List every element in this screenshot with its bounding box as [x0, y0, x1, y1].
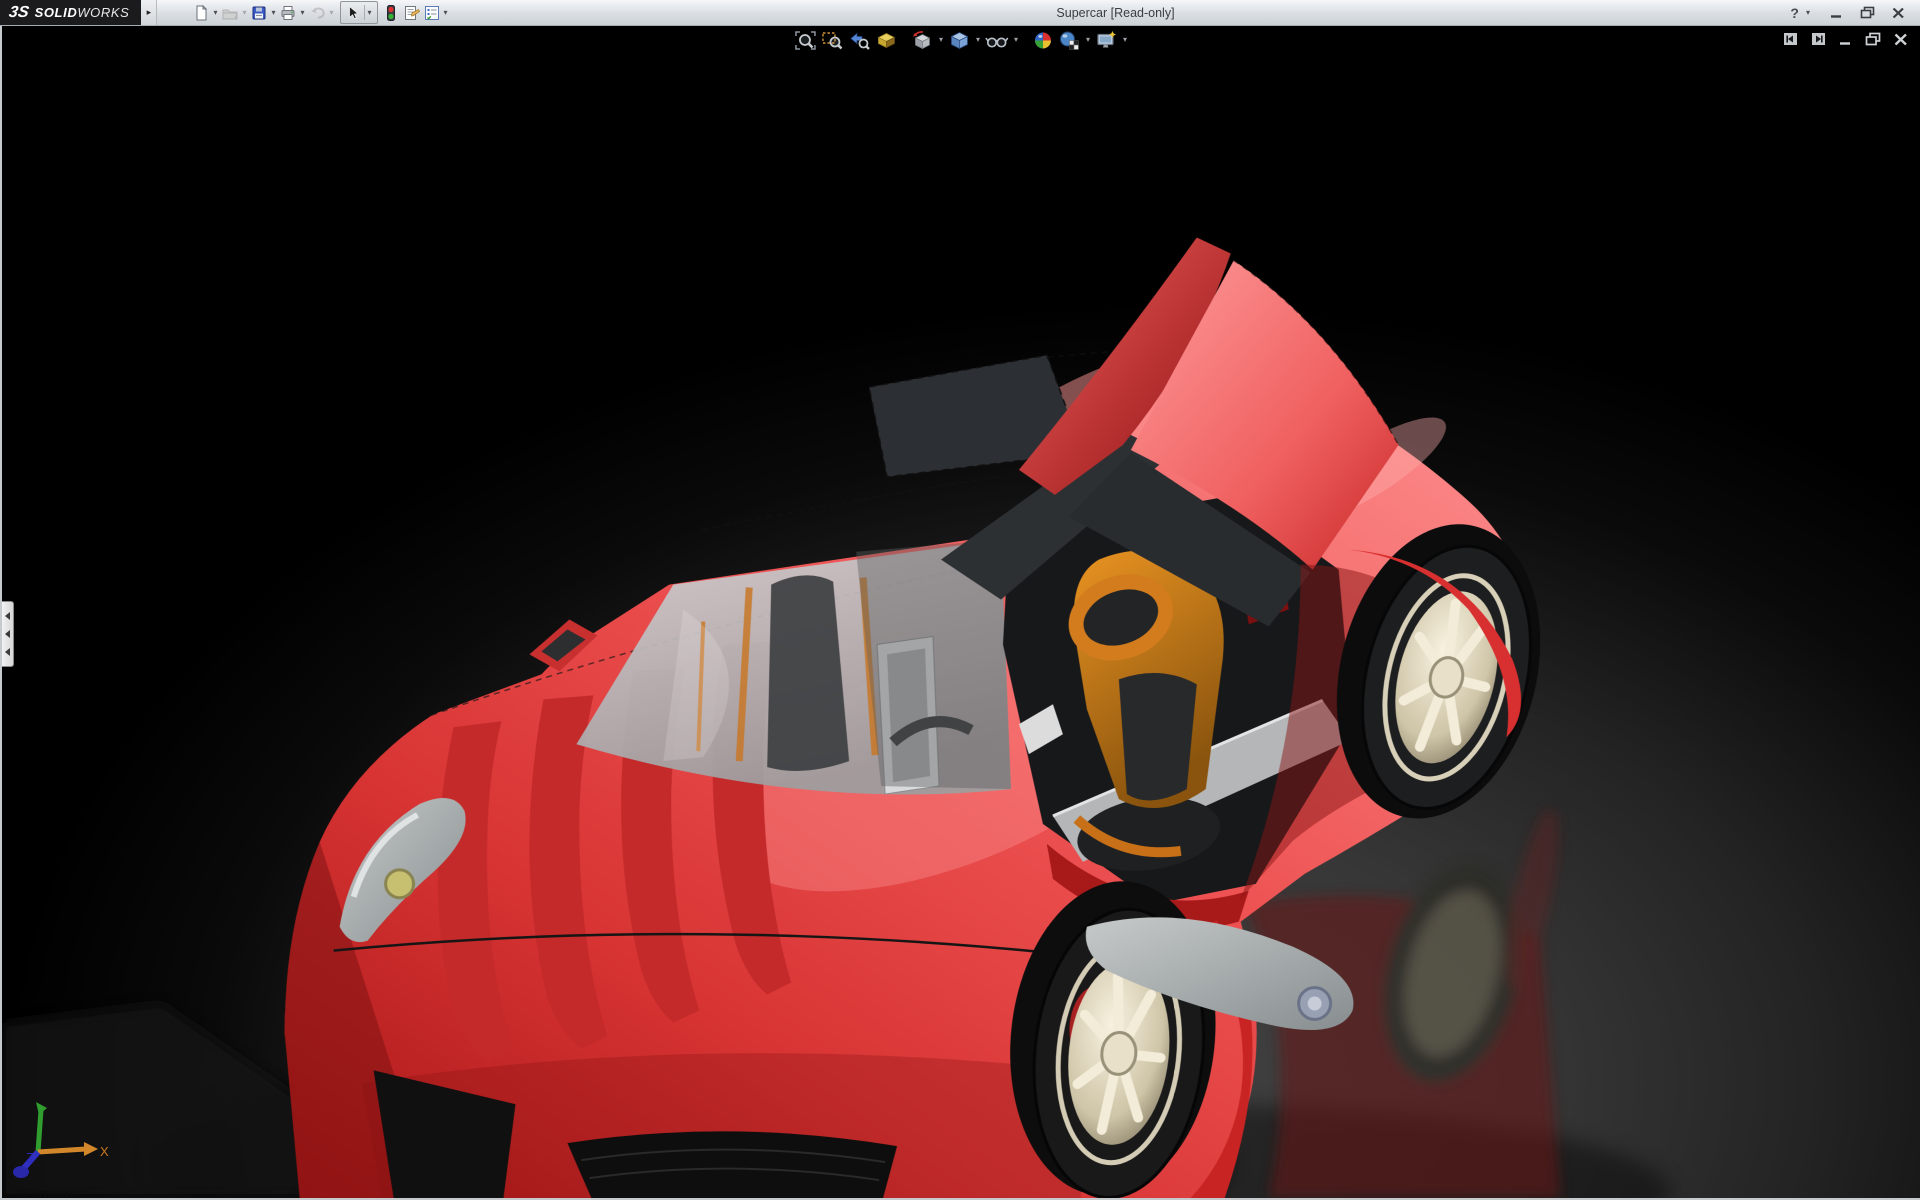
section-view-icon — [875, 30, 898, 51]
print-dropdown[interactable]: ▾ — [300, 9, 304, 17]
collapse-arrow-icon — [5, 612, 10, 620]
open-dropdown[interactable]: ▾ — [242, 9, 246, 17]
help-dropdown[interactable]: ▾ — [1806, 9, 1810, 17]
logo-brand-solid: SOLID — [35, 5, 78, 20]
standard-toolbar: ▾ ▾ ▾ ▾ — [157, 0, 450, 25]
undo-dropdown[interactable]: ▾ — [330, 9, 334, 17]
view-settings-button[interactable] — [1094, 27, 1119, 53]
view-orientation-icon — [911, 30, 934, 51]
hide-show-items-icon — [985, 30, 1009, 51]
doc-close-button[interactable] — [1894, 33, 1908, 46]
edit-appearance-icon — [1032, 30, 1054, 51]
document-window-controls — [1783, 32, 1908, 46]
pane-left-icon — [1783, 32, 1798, 46]
section-view-button[interactable] — [874, 27, 899, 53]
doc-minimize-icon — [1839, 33, 1852, 46]
help-icon: ? — [1790, 5, 1799, 21]
z-axis-label: Z — [26, 1150, 34, 1165]
reference-triad: X Z — [12, 1096, 112, 1182]
select-button-group: ▾ — [340, 1, 378, 24]
options-button[interactable] — [422, 1, 442, 24]
open-button[interactable] — [220, 1, 240, 24]
graphics-viewport[interactable]: ▾ ▾ ▾ — [0, 26, 1920, 1200]
window-title: Supercar [Read-only] — [451, 0, 1781, 25]
save-button[interactable] — [249, 1, 269, 24]
app-minimize-button[interactable] — [1830, 7, 1843, 19]
new-button[interactable] — [191, 1, 211, 24]
save-dropdown[interactable]: ▾ — [271, 9, 275, 17]
close-icon — [1892, 7, 1905, 19]
view-settings-icon — [1095, 30, 1118, 51]
doc-restore-icon — [1865, 32, 1881, 46]
x-axis-label: X — [100, 1144, 109, 1159]
previous-view-icon — [848, 30, 871, 51]
heads-up-view-toolbar: ▾ ▾ ▾ — [793, 27, 1129, 53]
pane-right-button[interactable] — [1811, 32, 1826, 46]
undo-button[interactable] — [308, 1, 328, 24]
restore-icon — [1860, 6, 1875, 19]
select-button[interactable] — [343, 1, 362, 24]
supercar-3d-model[interactable] — [2, 26, 1920, 1198]
title-bar: 3S SOLID WORKS ▸ ▾ ▾ — [0, 0, 1920, 26]
view-orientation-dropdown[interactable]: ▾ — [939, 36, 943, 44]
view-orientation-label: *Dimetric — [18, 1186, 82, 1200]
z-axis-cone — [13, 1166, 29, 1178]
view-settings-dropdown[interactable]: ▾ — [1123, 36, 1127, 44]
hide-show-items-dropdown[interactable]: ▾ — [1014, 36, 1018, 44]
display-style-button[interactable] — [947, 27, 972, 53]
logo-brand-works: WORKS — [77, 5, 129, 20]
zoom-to-fit-button[interactable] — [793, 27, 818, 53]
menu-flyout-arrow[interactable]: ▸ — [141, 0, 157, 25]
app-close-button[interactable] — [1892, 7, 1905, 19]
edit-appearance-button[interactable] — [1031, 27, 1055, 53]
print-button[interactable] — [278, 1, 298, 24]
rebuild-traffic-light-icon — [382, 4, 400, 22]
help-button[interactable]: ? ▾ — [1790, 5, 1813, 21]
pane-right-icon — [1811, 32, 1826, 46]
x-axis-arrow — [84, 1142, 98, 1156]
display-style-dropdown[interactable]: ▾ — [976, 36, 980, 44]
collapse-arrow-icon — [5, 630, 10, 638]
apply-scene-dropdown[interactable]: ▾ — [1086, 36, 1090, 44]
doc-minimize-button[interactable] — [1839, 33, 1852, 46]
file-properties-icon — [402, 4, 421, 22]
view-orientation-button[interactable] — [910, 27, 935, 53]
zoom-to-fit-icon — [794, 30, 817, 51]
zoom-to-area-icon — [821, 30, 844, 51]
display-style-icon — [948, 30, 971, 51]
open-folder-icon — [221, 4, 239, 22]
featuremanager-expand-tab[interactable] — [2, 601, 14, 667]
file-properties-button[interactable] — [401, 1, 422, 24]
minimize-icon — [1830, 7, 1843, 19]
options-dropdown[interactable]: ▾ — [444, 9, 448, 17]
undo-icon — [309, 4, 327, 22]
select-dropdown[interactable]: ▾ — [364, 5, 372, 20]
rebuild-button[interactable] — [381, 1, 401, 24]
options-icon — [423, 4, 441, 22]
hide-show-items-button[interactable] — [984, 27, 1010, 53]
save-icon — [250, 4, 268, 22]
collapse-arrow-icon — [5, 648, 10, 656]
windshield-group — [576, 540, 1011, 795]
window-controls: ? ▾ — [1780, 0, 1920, 25]
app-restore-button[interactable] — [1860, 6, 1875, 19]
apply-scene-button[interactable] — [1057, 27, 1082, 53]
solidworks-logo: 3S SOLID WORKS — [0, 0, 141, 25]
pane-left-button[interactable] — [1783, 32, 1798, 46]
new-dropdown[interactable]: ▾ — [213, 9, 217, 17]
doc-restore-button[interactable] — [1865, 32, 1881, 46]
apply-scene-icon — [1058, 30, 1081, 51]
doc-close-icon — [1894, 33, 1908, 46]
previous-view-button[interactable] — [847, 27, 872, 53]
zoom-to-area-button[interactable] — [820, 27, 845, 53]
select-cursor-icon — [344, 4, 361, 21]
flyout-arrow-glyph: ▸ — [147, 7, 152, 18]
passenger-seat[interactable] — [1066, 551, 1225, 880]
print-icon — [279, 4, 297, 22]
new-document-icon — [192, 4, 210, 22]
logo-3ds-mark: 3S — [7, 4, 30, 22]
